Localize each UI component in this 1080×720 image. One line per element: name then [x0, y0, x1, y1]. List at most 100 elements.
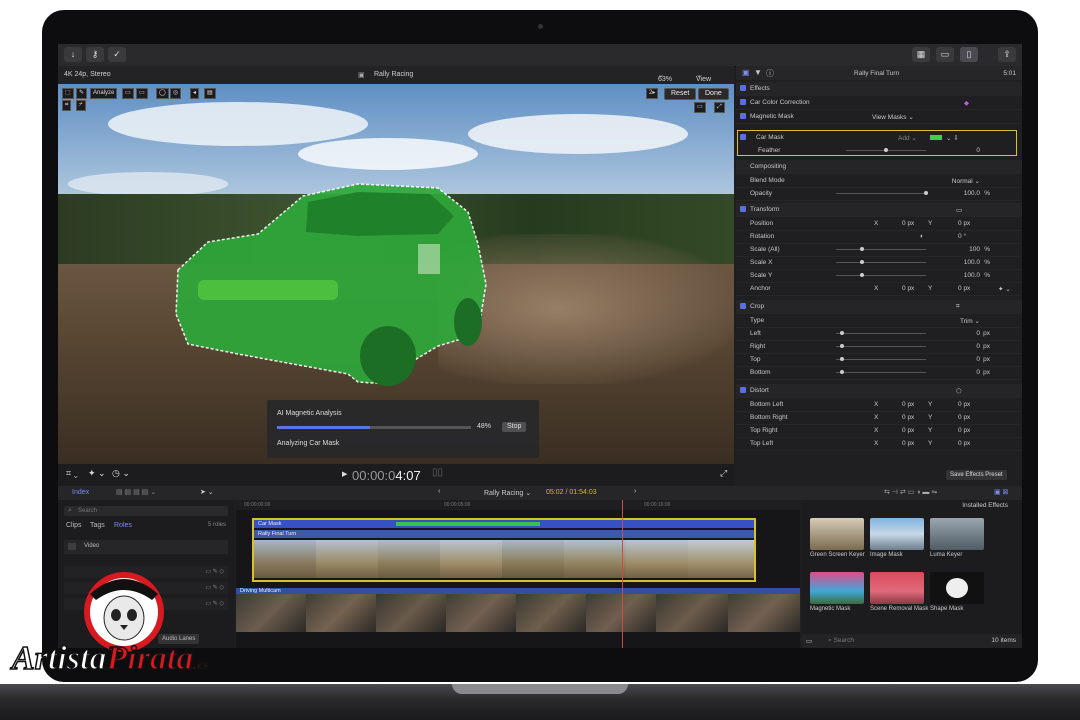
video-inspector-icon[interactable]: ▣: [742, 68, 750, 77]
expand-icon[interactable]: ⤢: [720, 468, 727, 479]
crop-type-row[interactable]: Type Trim ⌄: [736, 314, 1022, 328]
overlay-icon[interactable]: ▭: [136, 88, 148, 99]
effects-section[interactable]: Effects: [736, 82, 1022, 96]
bottom-left-x-value[interactable]: 0 px: [902, 401, 914, 408]
fx-thumb-green-screen[interactable]: [810, 518, 864, 550]
crop-tool-icon[interactable]: ⌗ ⌄: [66, 468, 78, 479]
opacity-value[interactable]: 100.0: [964, 190, 980, 197]
zoom-menu[interactable]: 63% ⌄: [658, 71, 672, 83]
crop-top-value[interactable]: 0: [976, 356, 980, 363]
fx-image-mask[interactable]: Image Mask: [870, 552, 930, 559]
distort-top-left-row[interactable]: Top Left X 0 px Y 0 px: [736, 437, 1022, 451]
keyframe-icon[interactable]: ✦ ⌄: [998, 285, 1011, 293]
car-mask-checkbox[interactable]: [740, 134, 746, 140]
crop-bottom-value[interactable]: 0: [976, 369, 980, 376]
tab-clips[interactable]: Clips: [66, 522, 82, 529]
rotation-value[interactable]: 0 °: [958, 233, 966, 240]
effects-search-input[interactable]: ⌕ Search: [828, 637, 854, 645]
crop-left-row[interactable]: Left 0 px: [736, 327, 1022, 341]
compositing-section[interactable]: Compositing: [736, 160, 1022, 174]
crop-type-menu[interactable]: Trim ⌄: [960, 317, 980, 325]
play-icon[interactable]: ▶: [342, 470, 347, 478]
crop-section[interactable]: Crop ⌗: [736, 300, 1022, 314]
checkmark-icon[interactable]: ✓: [108, 47, 126, 62]
stop-button[interactable]: Stop: [502, 422, 527, 432]
crop-right-value[interactable]: 0: [976, 343, 980, 350]
crop-left-value[interactable]: 0: [976, 330, 980, 337]
back-icon[interactable]: ◂: [190, 88, 200, 99]
fx-thumb-luma-keyer[interactable]: [930, 518, 984, 550]
tab-roles[interactable]: Roles: [114, 522, 132, 529]
viewer[interactable]: ⬚ ✎ Analyze ▭ ▭ ◯ ◎ ◂ ▤ ⌗ ⌿ 2▸ Reset Don…: [58, 84, 734, 464]
fx-scene-removal-mask[interactable]: Scene Removal Mask: [870, 606, 930, 613]
history-forward-icon[interactable]: ›: [634, 488, 636, 495]
feather-slider[interactable]: [846, 148, 926, 152]
scale-all-slider[interactable]: [836, 247, 926, 251]
scale-x-row[interactable]: Scale X 100.0 %: [736, 256, 1022, 270]
blend-mode-row[interactable]: Blend Mode Normal ⌄: [736, 174, 1022, 188]
magnetic-mask-checkbox[interactable]: [740, 113, 746, 119]
crop-onscreen-icon[interactable]: ⌗: [956, 303, 960, 311]
distort-bottom-right-row[interactable]: Bottom Right X 0 px Y 0 px: [736, 411, 1022, 425]
fx-luma-keyer[interactable]: Luma Keyer: [930, 552, 990, 559]
analyze-button[interactable]: Analyze: [90, 88, 118, 99]
fullscreen-icon[interactable]: ⤢: [714, 102, 725, 113]
view-menu[interactable]: View ⌄: [696, 71, 711, 83]
crop-left-slider[interactable]: [836, 331, 926, 335]
scale-all-value[interactable]: 100: [969, 246, 980, 253]
circle-tool-icon[interactable]: ◯: [156, 88, 169, 99]
feather-row[interactable]: Feather 0: [736, 144, 1022, 157]
crop-right-slider[interactable]: [836, 344, 926, 348]
opacity-row[interactable]: Opacity 100.0 %: [736, 187, 1022, 201]
import-icon[interactable]: ↓: [64, 47, 82, 62]
car-color-checkbox[interactable]: [740, 99, 746, 105]
effects-checkbox[interactable]: [740, 85, 746, 91]
bottom-right-x-value[interactable]: 0 px: [902, 414, 914, 421]
tab-tags[interactable]: Tags: [90, 522, 105, 529]
target-icon[interactable]: ◎: [170, 88, 182, 99]
inspector-view-icon[interactable]: ▯: [960, 47, 978, 62]
crop-checkbox[interactable]: [740, 303, 746, 309]
mask-tool-icon[interactable]: ⬚: [62, 88, 74, 99]
position-y-value[interactable]: 0 px: [958, 220, 970, 227]
stack-icon[interactable]: ▤: [204, 88, 216, 99]
transform-onscreen-icon[interactable]: ▭: [956, 206, 962, 214]
transform-checkbox[interactable]: [740, 206, 746, 212]
edit-tools-icons[interactable]: ▤ ▤ ▤ ▤ ⌄: [116, 488, 156, 496]
top-right-y-value[interactable]: 0 px: [958, 427, 970, 434]
index-button[interactable]: Index: [72, 489, 89, 496]
distort-bottom-left-row[interactable]: Bottom Left X 0 px Y 0 px: [736, 398, 1022, 412]
history-back-icon[interactable]: ‹: [438, 488, 440, 495]
project-menu[interactable]: Rally Racing ⌄: [484, 489, 531, 497]
view-mode-icon[interactable]: ▭: [122, 88, 134, 99]
mask-color-swatch[interactable]: [930, 135, 942, 140]
car-color-correction-row[interactable]: Car Color Correction ◆: [736, 96, 1022, 110]
view-masks-menu[interactable]: View Masks ⌄: [872, 113, 914, 121]
browser-view-icon[interactable]: ▦: [912, 47, 930, 62]
fx-green-screen-keyer[interactable]: Green Screen Keyer: [810, 552, 870, 559]
fx-magnetic-mask[interactable]: Magnetic Mask: [810, 606, 870, 613]
timeline-options-icons[interactable]: ⇆ ⊣ ⇄ ▭ ◑ ▬ ⇋: [884, 488, 937, 496]
bottom-left-y-value[interactable]: 0 px: [958, 401, 970, 408]
filter-icon[interactable]: ▼: [754, 68, 762, 77]
magnetic-mask-row[interactable]: Magnetic Mask View Masks ⌄: [736, 110, 1022, 124]
mask-options-icon[interactable]: ⌄ ⇩: [946, 134, 959, 142]
scale-y-slider[interactable]: [836, 273, 926, 277]
top-right-x-value[interactable]: 0 px: [902, 427, 914, 434]
save-effects-preset-button[interactable]: Save Effects Preset: [946, 470, 1007, 480]
fx-thumb-shape-mask[interactable]: [930, 572, 984, 604]
multicam-filmstrip[interactable]: [236, 594, 801, 632]
anchor-row[interactable]: Anchor X 0 px Y 0 px ✦ ⌄: [736, 282, 1022, 296]
fx-thumb-magnetic-mask[interactable]: [810, 572, 864, 604]
key-icon[interactable]: ⚷: [86, 47, 104, 62]
crop-right-row[interactable]: Right 0 px: [736, 340, 1022, 354]
browser-search-input[interactable]: ⌕ Search: [64, 506, 228, 516]
sidebar-toggle-icon[interactable]: ▭: [806, 637, 812, 645]
pen-tool-icon[interactable]: ✎: [76, 88, 88, 99]
rotation-dial-icon[interactable]: ◐: [920, 233, 924, 240]
top-left-y-value[interactable]: 0 px: [958, 440, 970, 447]
distort-checkbox[interactable]: [740, 387, 746, 393]
scale-y-value[interactable]: 100.0: [964, 272, 980, 279]
distort-section[interactable]: Distort ⬠: [736, 384, 1022, 398]
brush-add-icon[interactable]: ⌗: [62, 100, 72, 111]
